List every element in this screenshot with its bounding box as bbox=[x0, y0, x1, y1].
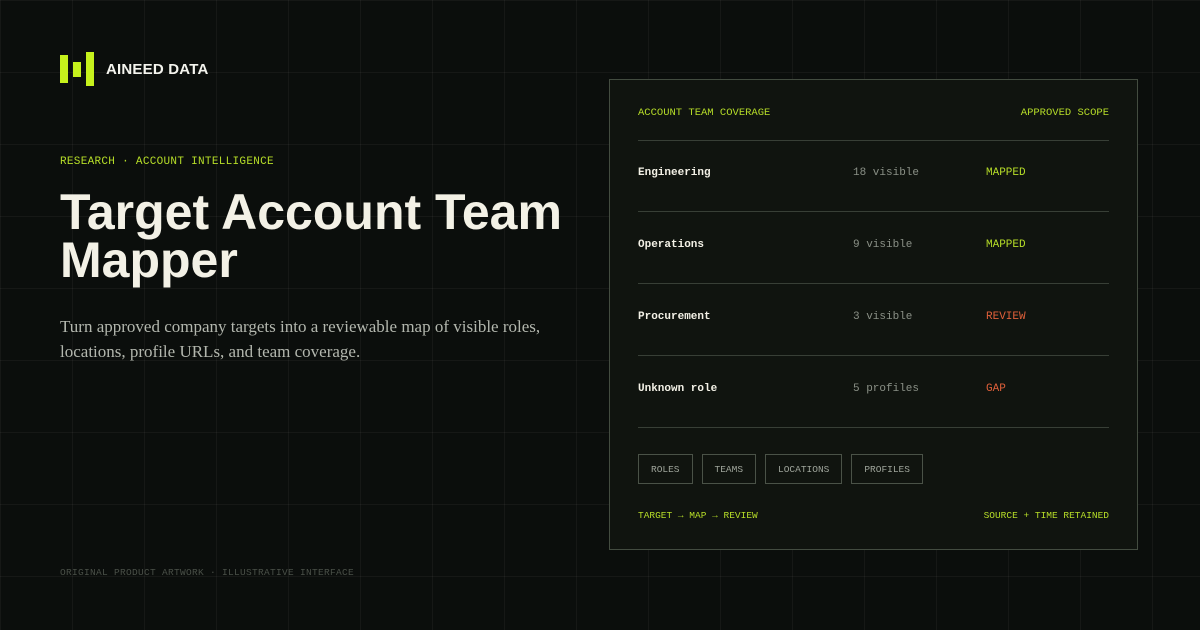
status-badge: REVIEW bbox=[986, 311, 1026, 323]
bar-logo-icon bbox=[60, 52, 94, 86]
brand-name: AINEED DATA bbox=[106, 60, 209, 78]
workflow-label: TARGET → MAP → REVIEW bbox=[638, 510, 758, 521]
chip-profiles[interactable]: PROFILES bbox=[851, 454, 923, 484]
chip-teams[interactable]: TEAMS bbox=[701, 454, 757, 484]
retention-label: SOURCE + TIME RETAINED bbox=[983, 510, 1109, 521]
table-row[interactable]: Unknown role 5 profiles GAP bbox=[638, 356, 1109, 428]
filter-chips: ROLES TEAMS LOCATIONS PROFILES bbox=[638, 454, 932, 484]
eyebrow-label: RESEARCH · ACCOUNT INTELLIGENCE bbox=[60, 156, 274, 168]
hero-description: Turn approved company targets into a rev… bbox=[60, 317, 541, 361]
chip-locations[interactable]: LOCATIONS bbox=[765, 454, 843, 484]
brand: AINEED DATA bbox=[60, 52, 208, 86]
row-team-name: Procurement bbox=[638, 311, 711, 323]
panel-title: ACCOUNT TEAM COVERAGE bbox=[638, 107, 771, 119]
page-title: Target Account Team Mapper bbox=[60, 184, 562, 288]
status-badge: MAPPED bbox=[986, 239, 1026, 251]
panel-scope-label: APPROVED SCOPE bbox=[1020, 107, 1109, 119]
row-team-name: Operations bbox=[638, 239, 705, 251]
status-badge: MAPPED bbox=[986, 167, 1026, 179]
row-visible-count: 9 visible bbox=[853, 239, 913, 251]
coverage-table: Engineering 18 visible MAPPED Operations… bbox=[638, 140, 1109, 428]
footnote: ORIGINAL PRODUCT ARTWORK · ILLUSTRATIVE … bbox=[60, 567, 355, 578]
table-row[interactable]: Engineering 18 visible MAPPED bbox=[638, 140, 1109, 212]
table-row[interactable]: Operations 9 visible MAPPED bbox=[638, 212, 1109, 284]
row-visible-count: 5 profiles bbox=[853, 383, 920, 395]
row-team-name: Engineering bbox=[638, 167, 711, 179]
status-badge: GAP bbox=[986, 383, 1006, 395]
row-visible-count: 18 visible bbox=[853, 167, 920, 179]
coverage-panel: ACCOUNT TEAM COVERAGE APPROVED SCOPE Eng… bbox=[609, 79, 1138, 550]
panel-header: ACCOUNT TEAM COVERAGE APPROVED SCOPE bbox=[638, 80, 1109, 141]
table-row[interactable]: Procurement 3 visible REVIEW bbox=[638, 284, 1109, 356]
chip-roles[interactable]: ROLES bbox=[638, 454, 693, 484]
row-team-name: Unknown role bbox=[638, 383, 718, 395]
row-visible-count: 3 visible bbox=[853, 311, 913, 323]
